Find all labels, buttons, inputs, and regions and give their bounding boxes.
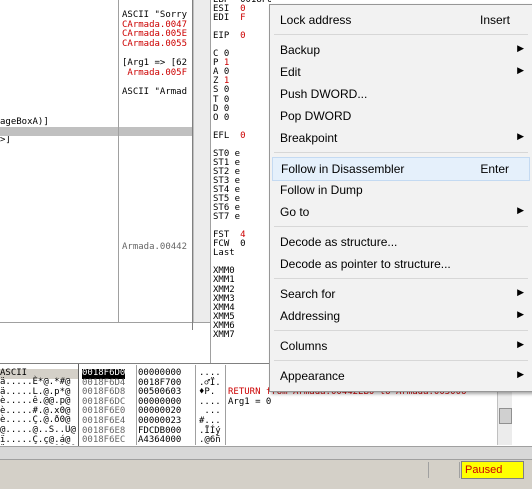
menu-item-backup[interactable]: Backup ▶	[272, 39, 530, 61]
disasm-column-divider	[118, 0, 119, 322]
menu-item-label: Go to	[280, 205, 309, 219]
status-bar	[0, 459, 532, 489]
menu-item-decode-as-pointer[interactable]: Decode as pointer to structure...	[272, 253, 530, 275]
submenu-arrow-icon: ▶	[517, 65, 524, 76]
dump-stack-divider	[78, 364, 79, 446]
submenu-arrow-icon: ▶	[517, 131, 524, 142]
submenu-arrow-icon: ▶	[517, 339, 524, 350]
cpu-disassembly-pane[interactable]: ageBoxA)] >] ASCII "SorryCArmada.0047CAr…	[0, 0, 192, 322]
menu-item-push-dword[interactable]: Push DWORD...	[272, 83, 530, 105]
menu-item-label: Push DWORD...	[280, 87, 367, 101]
menu-item-label: Columns	[280, 339, 327, 353]
register-list: EBP 0018F6D4ESI 0EDI FEIP 0C 0P 1A 0Z 1S…	[213, 0, 271, 340]
menu-item-lock-address[interactable]: Lock address Insert	[272, 9, 530, 31]
menu-item-label: Pop DWORD	[280, 109, 351, 123]
menu-separator	[274, 34, 528, 35]
register-line: EIP 0	[213, 32, 271, 41]
stack-arg-comment: Arg1 = 0	[228, 398, 271, 408]
disasm-frag-2: >]	[0, 136, 11, 146]
lower-left-blank	[0, 323, 210, 363]
menu-item-shortcut: Insert	[480, 13, 510, 27]
menu-item-label: Edit	[280, 65, 301, 79]
stack-address-column: 0018F6D00018F6D40018F6D80018F6DC0018F6E0…	[82, 369, 125, 445]
menu-item-label: Addressing	[280, 309, 340, 323]
menu-separator	[274, 278, 528, 279]
submenu-arrow-icon: ▶	[517, 43, 524, 54]
cpu-vertical-scrollbar[interactable]	[193, 0, 211, 322]
menu-item-label: Search for	[280, 287, 335, 301]
stack-value-column: 000000000018F700005006030000000000000020…	[138, 369, 181, 445]
stack-col-div-1	[136, 365, 137, 445]
menu-item-label: Breakpoint	[280, 131, 337, 145]
selected-row-band	[0, 127, 192, 136]
debugger-state-badge: Paused	[461, 461, 524, 479]
memory-dump-pane[interactable]: ASCII ä.....È*@.*#@ä.....L.@.p*@è.....ê.…	[0, 365, 78, 445]
context-menu[interactable]: Lock address Insert Backup ▶ Edit ▶ Push…	[269, 4, 532, 392]
menu-item-shortcut: Enter	[480, 162, 509, 176]
register-line: EFL 0	[213, 132, 271, 141]
stack-col-div-3	[225, 365, 226, 445]
stack-scrollbar[interactable]	[497, 390, 512, 445]
disasm-comment-line: CArmada.0055	[122, 40, 187, 50]
menu-item-label: Follow in Disassembler	[281, 162, 404, 176]
menu-item-appearance[interactable]: Appearance ▶	[272, 365, 530, 387]
register-line: Last	[213, 249, 271, 258]
menu-item-go-to[interactable]: Go to ▶	[272, 201, 530, 223]
menu-item-label: Appearance	[280, 369, 345, 383]
menu-item-pop-dword[interactable]: Pop DWORD	[272, 105, 530, 127]
menu-item-addressing[interactable]: Addressing ▶	[272, 305, 530, 327]
menu-item-follow-in-dump[interactable]: Follow in Dump	[272, 179, 530, 201]
menu-separator	[274, 330, 528, 331]
stack-col-div-2	[195, 365, 196, 445]
stack-value: A4364000	[138, 436, 181, 445]
registers-pane[interactable]: EBP 0018F6D4ESI 0EDI FEIP 0C 0P 1A 0Z 1S…	[211, 0, 271, 340]
menu-item-search-for[interactable]: Search for ▶	[272, 283, 530, 305]
submenu-arrow-icon: ▶	[517, 205, 524, 216]
submenu-arrow-icon: ▶	[517, 287, 524, 298]
registers-divider	[210, 0, 211, 363]
menu-separator	[274, 360, 528, 361]
stack-ascii: .@6ñ	[199, 436, 221, 445]
stack-ascii-column: .....♂Ï.♦P..... ...#....ÏÍý.@6ñ....	[199, 369, 221, 445]
menu-item-edit[interactable]: Edit ▶	[272, 61, 530, 83]
status-sep-2	[459, 462, 460, 478]
menu-item-label: Lock address	[280, 13, 351, 27]
register-line: ST7 e	[213, 213, 271, 222]
menu-item-columns[interactable]: Columns ▶	[272, 335, 530, 357]
menu-item-label: Backup	[280, 43, 320, 57]
menu-separator	[274, 152, 528, 153]
bottom-horizontal-scrollbar[interactable]	[0, 446, 532, 459]
disasm-comment-line: Armada.005F	[122, 69, 187, 79]
disasm-comments: ASCII "SorryCArmada.0047CArmada.005ECArm…	[122, 11, 187, 97]
disasm-comment-line: ASCII "Armad	[122, 88, 187, 98]
menu-item-label: Decode as structure...	[280, 235, 397, 249]
register-line: XMM7	[213, 331, 271, 340]
submenu-arrow-icon: ▶	[517, 369, 524, 380]
menu-item-label: Decode as pointer to structure...	[280, 257, 451, 271]
menu-item-follow-in-disassembler[interactable]: Follow in Disassembler Enter	[272, 157, 530, 181]
status-sep-1	[428, 462, 429, 478]
submenu-arrow-icon: ▶	[517, 309, 524, 320]
menu-item-breakpoint[interactable]: Breakpoint ▶	[272, 127, 530, 149]
menu-item-label: Follow in Dump	[280, 183, 363, 197]
stack-scroll-thumb[interactable]	[499, 408, 512, 424]
menu-item-decode-as-structure[interactable]: Decode as structure...	[272, 231, 530, 253]
register-line: O 0	[213, 114, 271, 123]
dump-rows: ä.....È*@.*#@ä.....L.@.p*@è.....ê.@@.p@è…	[0, 378, 78, 445]
register-line: EDI F	[213, 14, 271, 23]
call-target-text: Armada.00442	[122, 243, 187, 253]
stack-address: 0018F6EC	[82, 436, 125, 445]
menu-separator	[274, 226, 528, 227]
